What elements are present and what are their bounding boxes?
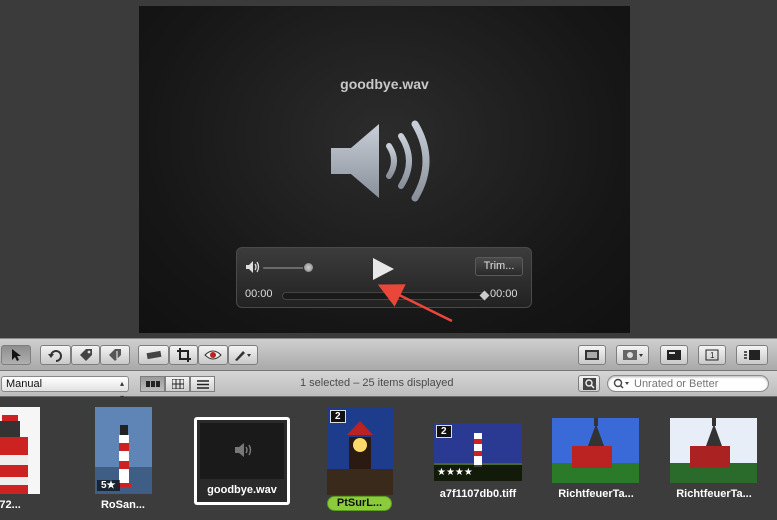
places-button[interactable] [616, 345, 649, 365]
list-view-button[interactable] [736, 345, 768, 365]
stack-count-badge: 2 [436, 425, 452, 438]
pointer-tool-button[interactable] [1, 345, 31, 365]
photo-browser-strip: 1272... 5★ RoSan... goodbye.wav 2 [0, 397, 777, 520]
stack-count-badge: 2 [330, 410, 346, 423]
thumbnail-label: 1272... [0, 499, 21, 511]
sort-order-select[interactable]: Manual ▴▾ [1, 376, 129, 402]
crop-icon [176, 348, 191, 362]
thumbnail[interactable]: 2 ★★★★ [434, 423, 522, 481]
filmstrip-view-button[interactable] [140, 376, 165, 392]
total-time: 00:00 [490, 288, 518, 300]
star-rating[interactable]: ★★★★ [434, 465, 522, 481]
slideshow-button[interactable] [578, 345, 606, 365]
grid-view-button[interactable] [165, 376, 190, 392]
pointer-icon [12, 349, 21, 361]
info-icon [667, 350, 681, 360]
svg-text:1: 1 [710, 351, 715, 360]
straighten-icon [146, 350, 161, 360]
thumbnail-label: a7f1107db0.tiff [439, 488, 517, 500]
grid-icon [171, 379, 184, 389]
rating-filter-search[interactable] [607, 375, 769, 392]
list-icon [196, 379, 209, 389]
selection-status: 1 selected – 25 items displayed [300, 377, 454, 389]
rating-badge: 5★ [97, 480, 120, 491]
eye-icon [204, 350, 222, 360]
places-icon [622, 350, 643, 360]
zoom-icon [583, 378, 596, 390]
rotate-icon [47, 350, 62, 362]
flag-button[interactable] [100, 345, 130, 365]
thumbnail-label: RichtfeuerTa... [676, 488, 752, 500]
speaker-icon [331, 120, 430, 202]
red-eye-button[interactable] [198, 345, 228, 365]
edit-toolbar: 1 [0, 338, 777, 371]
thumbnail[interactable]: 2 [327, 407, 393, 495]
thumbnail[interactable]: 5★ [95, 407, 152, 494]
thumbnail-image [0, 407, 40, 494]
thumbnail-label: RichtfeuerTa... [558, 488, 634, 500]
list-view-icon [744, 350, 760, 360]
viewer-area: goodbye.wav Trim... 00:00 00:00 [0, 0, 777, 338]
brush-icon [235, 351, 251, 361]
list-view-toggle-button[interactable] [190, 376, 215, 392]
thumbnail[interactable] [0, 407, 40, 494]
search-icon [613, 378, 629, 389]
zoom-button[interactable] [578, 375, 600, 392]
volume-icon[interactable] [246, 261, 260, 273]
scrub-bar[interactable] [282, 292, 485, 300]
thumbnail-label: goodbye.wav [207, 484, 277, 496]
thumbnail-image [552, 418, 639, 483]
thumbnail-label: RoSan... [100, 499, 145, 511]
flag-icon [109, 349, 121, 361]
trim-button[interactable]: Trim... [475, 257, 523, 276]
film-icon [585, 350, 599, 360]
thumbnail-image [200, 423, 284, 479]
current-time: 00:00 [245, 288, 273, 300]
audio-preview-stage: goodbye.wav Trim... 00:00 00:00 [139, 6, 630, 333]
play-button[interactable] [370, 256, 396, 282]
speaker-icon [235, 443, 252, 457]
filmstrip-icon [145, 381, 160, 387]
sort-order-value: Manual [6, 378, 43, 390]
single-view-icon: 1 [705, 349, 719, 361]
crop-button[interactable] [169, 345, 198, 365]
thumbnail[interactable] [552, 418, 639, 483]
thumbnail-label-green: PtSurL... [327, 496, 392, 511]
volume-slider-knob[interactable] [303, 262, 314, 273]
keyword-button[interactable] [71, 345, 100, 365]
rating-filter-input[interactable] [634, 376, 764, 391]
rotate-button[interactable] [40, 345, 71, 365]
filter-bar: Manual ▴▾ 1 selected – 25 items displaye… [0, 371, 777, 402]
info-button[interactable] [660, 345, 688, 365]
straighten-button[interactable] [138, 345, 169, 365]
thumbnail[interactable] [670, 418, 757, 483]
browser-view-segmented [140, 376, 215, 392]
audio-file-title: goodbye.wav [340, 76, 429, 92]
selected-thumbnail[interactable]: goodbye.wav [194, 417, 290, 505]
single-view-button[interactable]: 1 [698, 345, 726, 365]
audio-player-hud: Trim... 00:00 00:00 [236, 247, 532, 308]
tag-icon [79, 349, 92, 361]
thumbnail-image [670, 418, 757, 483]
retouch-button[interactable] [228, 345, 258, 365]
